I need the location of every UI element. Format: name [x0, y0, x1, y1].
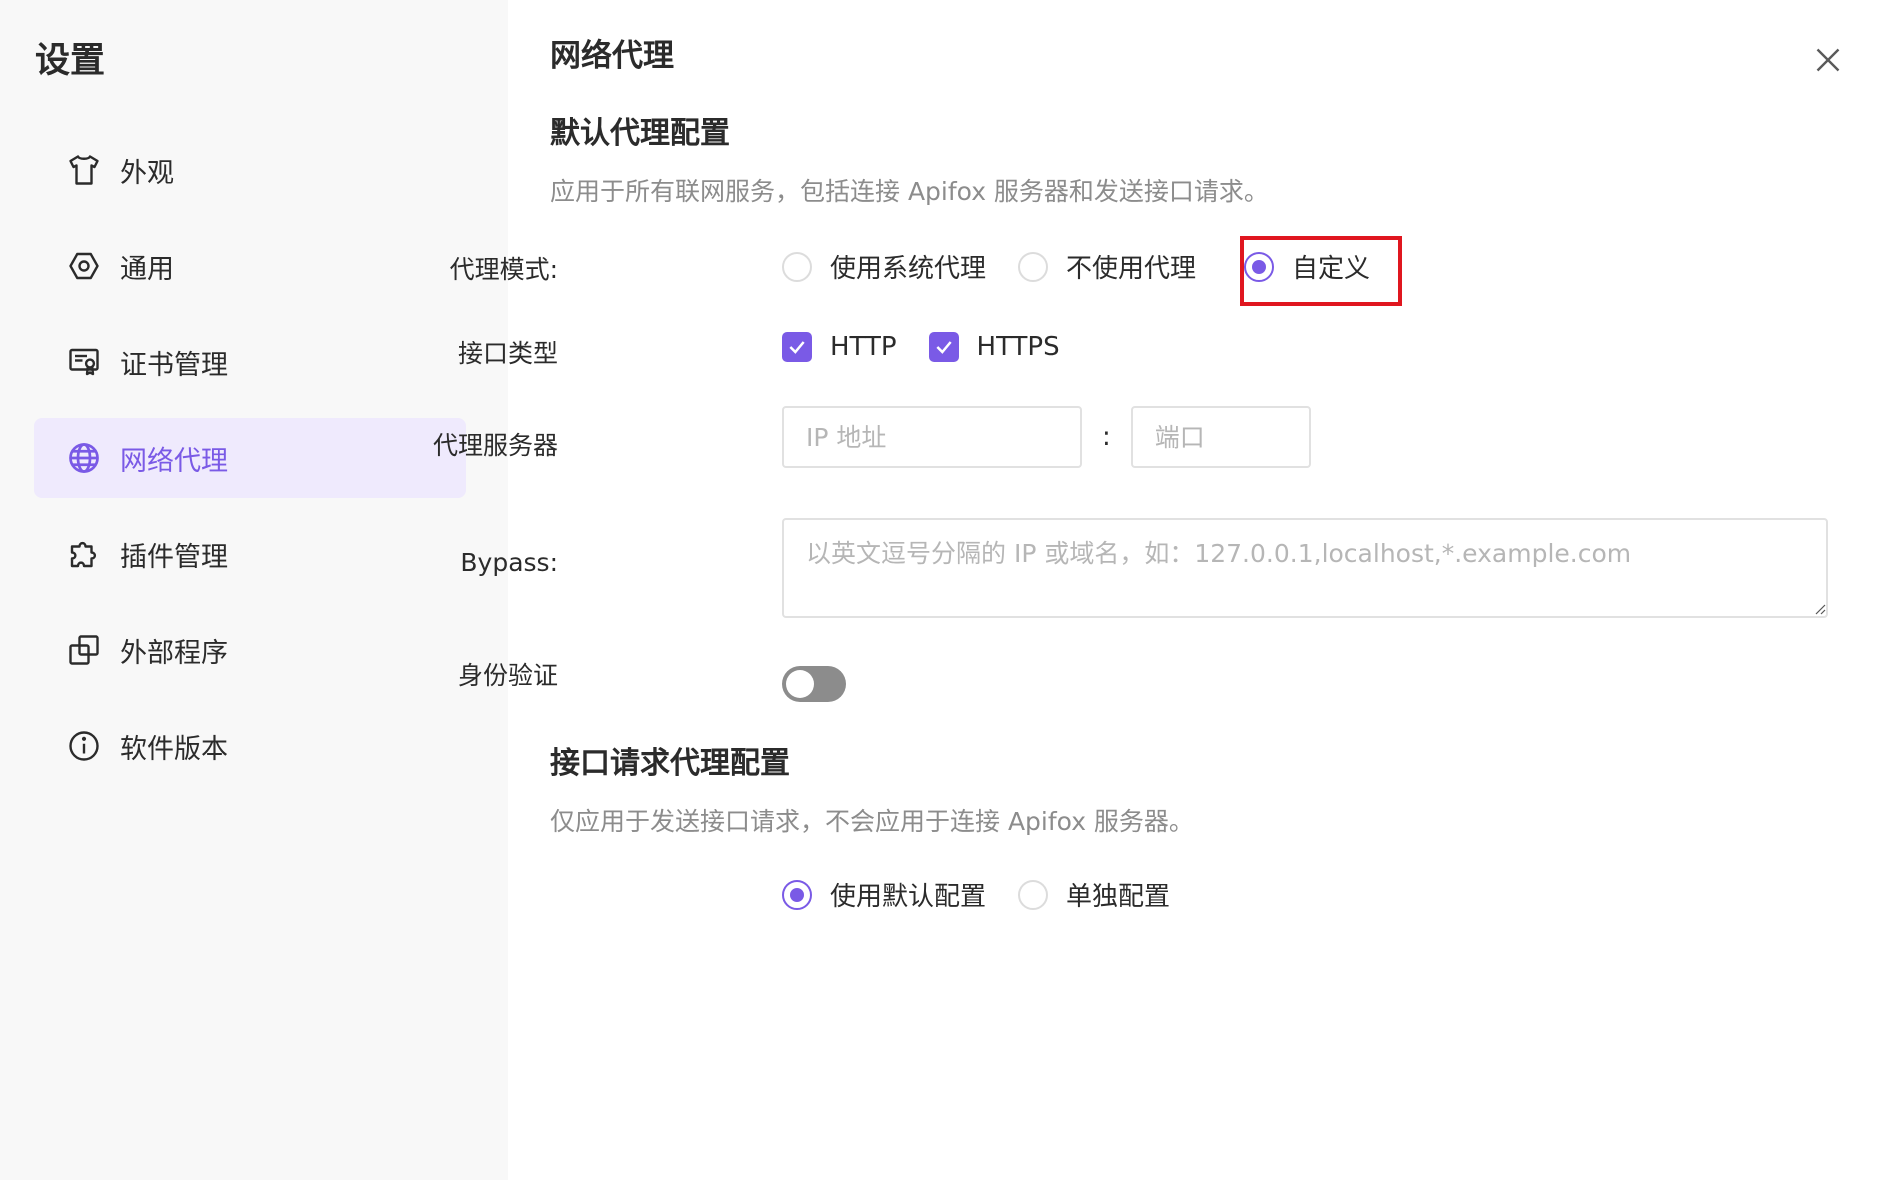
main-panel: 网络代理 默认代理配置 应用于所有联网服务，包括连接 Apifox 服务器和发送… — [433, 0, 1884, 1180]
globe-icon — [66, 440, 102, 476]
radio-system-proxy[interactable]: 使用系统代理 — [782, 248, 986, 285]
info-icon — [66, 728, 102, 764]
check-icon — [935, 341, 952, 354]
default-proxy-section-title: 默认代理配置 — [550, 116, 730, 151]
request-proxy-section-title: 接口请求代理配置 — [550, 746, 790, 781]
proxy-server-row: : — [782, 406, 1311, 468]
bypass-label: Bypass: — [460, 548, 558, 577]
default-proxy-section-desc: 应用于所有联网服务，包括连接 Apifox 服务器和发送接口请求。 — [550, 177, 1269, 206]
sidebar-item-label: 证书管理 — [120, 349, 228, 381]
check-icon — [789, 341, 805, 354]
sidebar-item-label: 插件管理 — [120, 541, 228, 573]
sidebar-item-external-apps[interactable]: 外部程序 — [34, 610, 466, 690]
shirt-icon — [66, 152, 102, 188]
highlight-annotation — [1240, 236, 1402, 306]
sidebar-item-plugins[interactable]: 插件管理 — [34, 514, 466, 594]
sidebar-item-certificates[interactable]: 证书管理 — [34, 322, 466, 402]
sidebar: 设置 外观 通用 证书管理 网络代理 插件管理 外部程序 软件版本 — [0, 0, 508, 1180]
close-button[interactable] — [1810, 42, 1846, 78]
colon-separator: : — [1102, 422, 1111, 452]
sidebar-item-label: 软件版本 — [120, 733, 228, 765]
sidebar-item-label: 外观 — [120, 157, 174, 189]
checkbox-checked — [928, 332, 959, 362]
proxy-server-label: 代理服务器 — [432, 431, 558, 460]
checkbox-checked — [782, 332, 812, 362]
interface-type-label: 接口类型 — [457, 339, 558, 368]
sidebar-item-label: 网络代理 — [120, 445, 228, 477]
radio-label: 使用默认配置 — [830, 882, 987, 912]
sidebar-title: 设置 — [35, 41, 106, 81]
sidebar-item-label: 外部程序 — [120, 637, 228, 669]
external-app-icon — [66, 632, 102, 668]
radio-label: 单独配置 — [1066, 882, 1171, 912]
radio-circle — [782, 251, 812, 282]
puzzle-icon — [66, 536, 102, 572]
checkbox-http[interactable]: HTTP — [782, 332, 897, 362]
sidebar-item-general[interactable]: 通用 — [34, 226, 466, 306]
certificate-icon — [66, 344, 102, 380]
sidebar-item-network-proxy[interactable]: 网络代理 — [34, 418, 466, 498]
proxy-port-input[interactable] — [1130, 406, 1311, 468]
interface-type-checkbox-group: HTTP HTTPS — [782, 332, 1092, 362]
sidebar-item-appearance[interactable]: 外观 — [34, 130, 466, 210]
close-icon — [1816, 48, 1840, 72]
sidebar-nav: 外观 通用 证书管理 网络代理 插件管理 外部程序 软件版本 — [34, 130, 466, 802]
radio-separate-config[interactable]: 单独配置 — [1018, 876, 1170, 913]
gear-icon — [66, 248, 102, 284]
radio-label: 不使用代理 — [1066, 254, 1197, 284]
page-title: 网络代理 — [550, 38, 674, 74]
checkbox-https[interactable]: HTTPS — [928, 332, 1060, 362]
auth-label: 身份验证 — [457, 661, 558, 690]
sidebar-item-label: 通用 — [120, 253, 174, 285]
proxy-mode-label: 代理模式: — [449, 255, 558, 284]
radio-label: 使用系统代理 — [830, 254, 987, 284]
request-proxy-section-desc: 仅应用于发送接口请求，不会应用于连接 Apifox 服务器。 — [550, 807, 1194, 836]
radio-use-default[interactable]: 使用默认配置 — [782, 876, 986, 913]
radio-circle — [1018, 879, 1049, 910]
bypass-textarea[interactable] — [782, 518, 1828, 618]
sidebar-item-version[interactable]: 软件版本 — [34, 706, 466, 786]
radio-circle — [1018, 251, 1049, 282]
toggle-knob — [786, 670, 814, 698]
checkbox-label: HTTP — [830, 332, 897, 362]
resize-grip-icon[interactable] — [1814, 603, 1826, 615]
radio-no-proxy[interactable]: 不使用代理 — [1018, 248, 1196, 285]
request-proxy-radio-group: 使用默认配置 单独配置 — [782, 876, 1202, 913]
proxy-ip-input[interactable] — [782, 406, 1082, 468]
auth-toggle[interactable] — [782, 666, 846, 702]
radio-circle-selected — [782, 879, 812, 910]
checkbox-label: HTTPS — [976, 332, 1060, 362]
